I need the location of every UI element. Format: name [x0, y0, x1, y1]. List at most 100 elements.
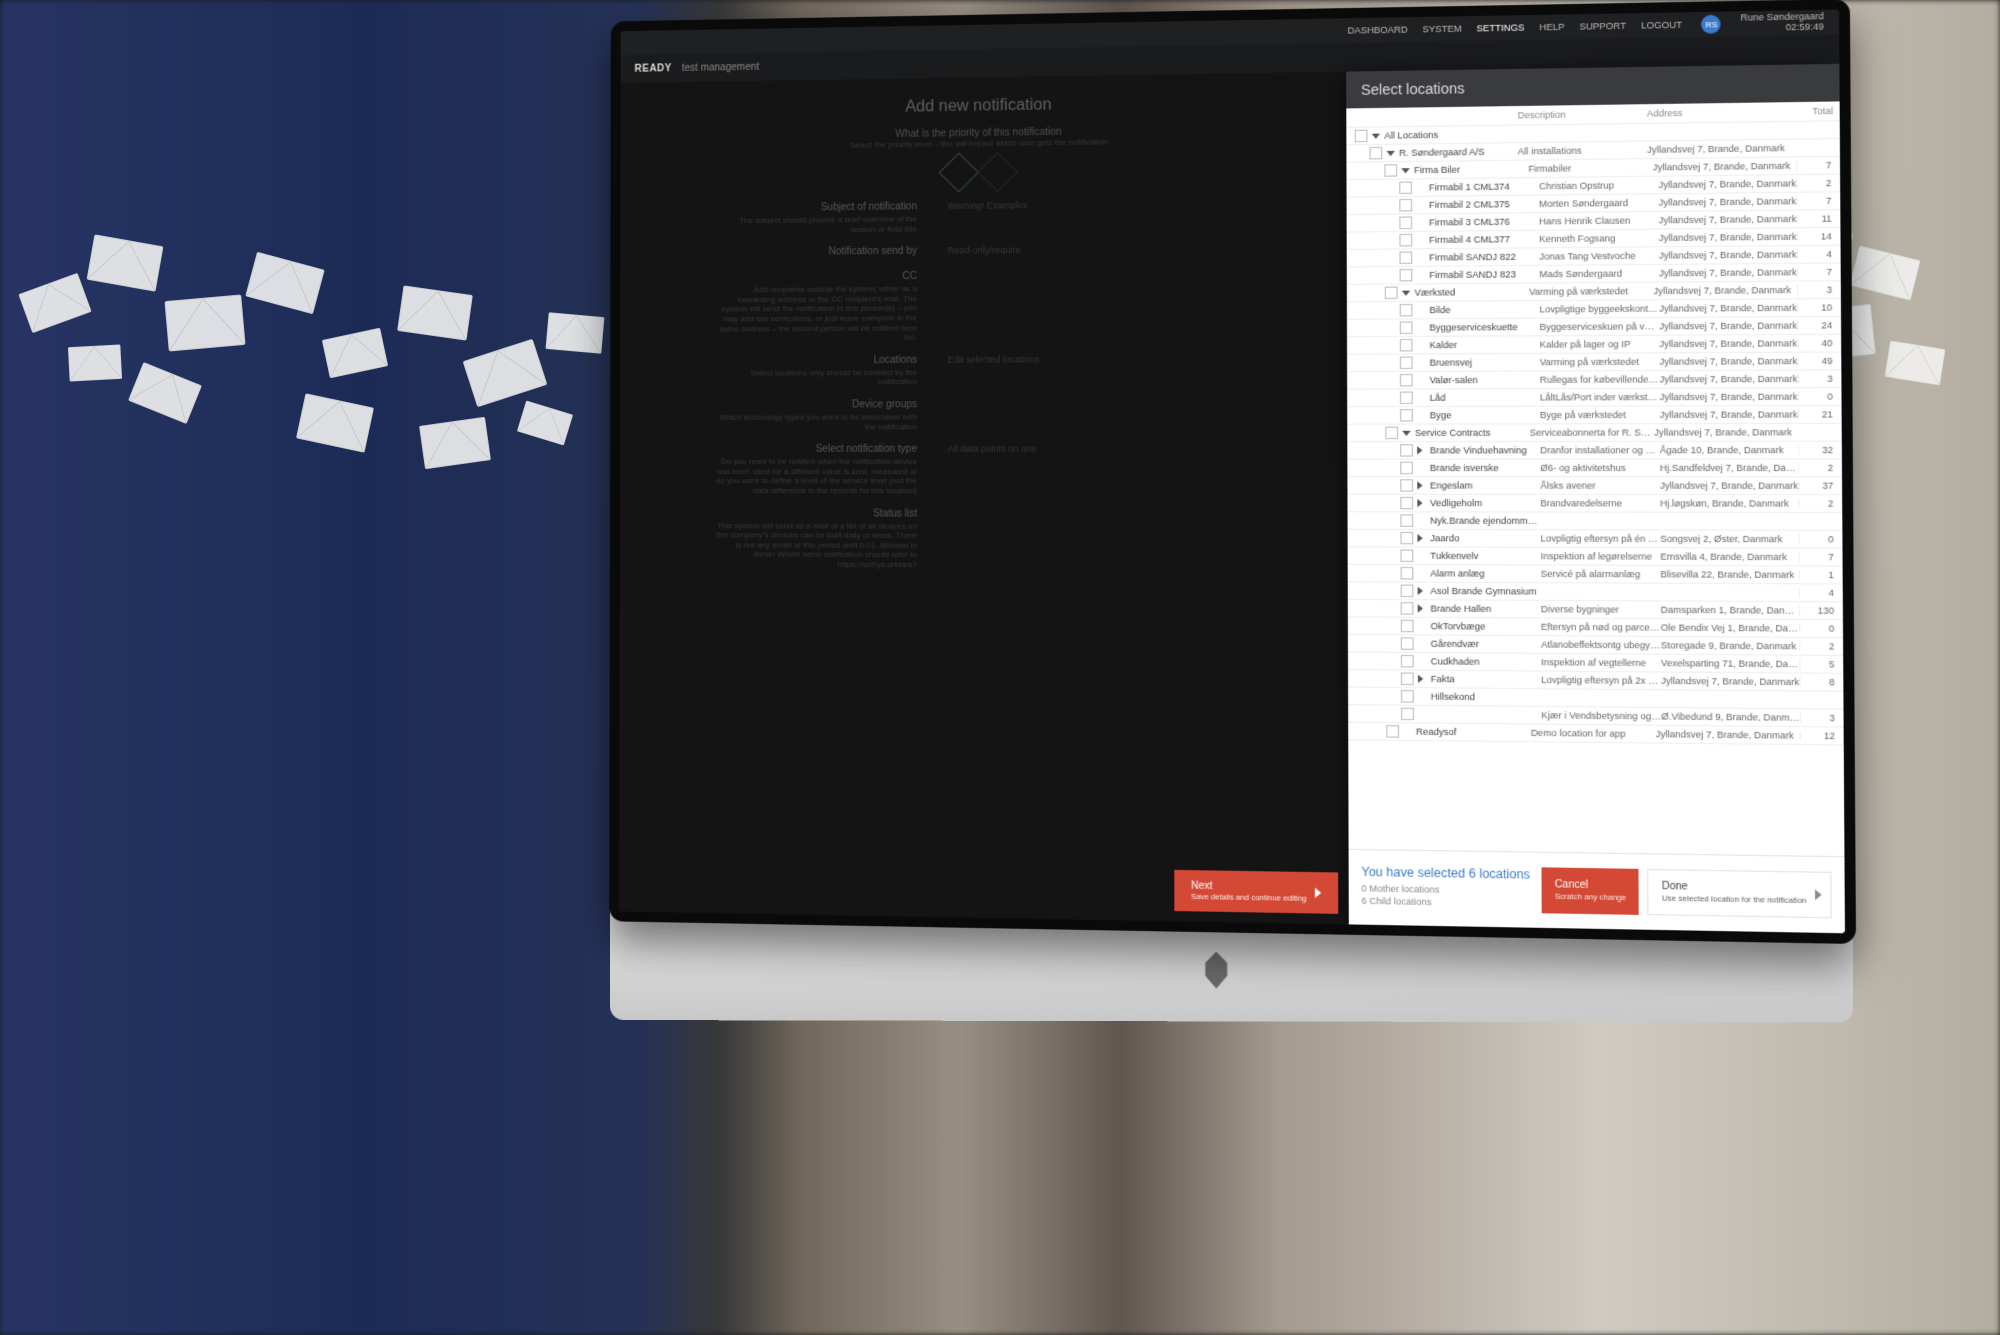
- row-checkbox[interactable]: [1401, 708, 1414, 721]
- row-checkbox[interactable]: [1401, 602, 1414, 614]
- row-checkbox[interactable]: [1400, 321, 1413, 333]
- row-description: Varming på værkstedet: [1529, 286, 1654, 297]
- row-address: Jyllandsvej 7, Brande, Danmark: [1659, 249, 1797, 261]
- row-checkbox[interactable]: [1401, 620, 1414, 632]
- row-checkbox[interactable]: [1400, 514, 1413, 526]
- tree-row[interactable]: Valør-salenRullegas for købevillende og …: [1347, 370, 1841, 389]
- row-checkbox[interactable]: [1401, 655, 1414, 668]
- row-name: Readysof: [1416, 726, 1531, 738]
- row-checkbox[interactable]: [1386, 725, 1399, 738]
- row-checkbox[interactable]: [1400, 339, 1413, 351]
- tree-twisty-icon[interactable]: [1417, 446, 1426, 454]
- tree-row[interactable]: TukkenvelvInspektion af legørelserneEmsv…: [1348, 547, 1843, 566]
- row-checkbox[interactable]: [1370, 147, 1383, 159]
- row-checkbox[interactable]: [1401, 567, 1414, 579]
- tree-row[interactable]: BygeByge på værkstedetJyllandsvej 7, Bra…: [1347, 406, 1841, 425]
- nav-settings[interactable]: SETTINGS: [1477, 22, 1525, 33]
- tree-twisty-icon[interactable]: [1418, 604, 1427, 612]
- tree-row[interactable]: Service ContractsServiceabonnerta for R.…: [1347, 424, 1842, 442]
- tree-row[interactable]: Brande isverskeØ6- og aktivitetshusHj.Sa…: [1347, 460, 1842, 478]
- location-tree[interactable]: All LocationsR. Søndergaard A/SAll insta…: [1346, 121, 1844, 856]
- row-checkbox[interactable]: [1384, 164, 1397, 176]
- row-checkbox[interactable]: [1399, 199, 1412, 211]
- tree-row[interactable]: ReadysofDemo location for appJyllandsvej…: [1348, 723, 1844, 746]
- tree-row[interactable]: LådLåltLås/Port inder værkstedsrudJyllan…: [1347, 388, 1841, 407]
- nav-help[interactable]: HELP: [1539, 22, 1564, 33]
- tree-row[interactable]: Brande VinduehavningDranfor installation…: [1347, 442, 1842, 460]
- next-button[interactable]: Next Save details and continue editing: [1174, 870, 1338, 914]
- row-description: Byge på værkstedet: [1540, 410, 1660, 421]
- form-value[interactable]: Warning! Examples: [948, 198, 1247, 234]
- tree-twisty-icon[interactable]: [1418, 587, 1427, 595]
- row-checkbox[interactable]: [1401, 673, 1414, 686]
- row-checkbox[interactable]: [1400, 374, 1413, 386]
- tree-twisty-icon[interactable]: [1372, 133, 1380, 138]
- row-description: All installations: [1518, 145, 1647, 157]
- row-checkbox[interactable]: [1399, 234, 1412, 246]
- tree-row[interactable]: VedligeholmBrandvaredelserneHj.løgskøn, …: [1347, 495, 1842, 513]
- row-checkbox[interactable]: [1400, 357, 1413, 369]
- row-checkbox[interactable]: [1399, 182, 1412, 194]
- row-description: Morten Søndergaard: [1539, 197, 1659, 209]
- tree-twisty-icon[interactable]: [1417, 481, 1426, 489]
- row-checkbox[interactable]: [1401, 549, 1414, 561]
- col-total: Total: [1796, 106, 1833, 117]
- form-value[interactable]: [948, 508, 1248, 571]
- row-checkbox[interactable]: [1401, 690, 1414, 703]
- row-address: Ågade 10, Brande, Danmark: [1660, 445, 1798, 456]
- row-checkbox[interactable]: [1401, 585, 1414, 597]
- row-name: Byggeserviceskuette: [1429, 322, 1539, 333]
- row-name: Brande isverske: [1430, 463, 1540, 473]
- row-total: 37: [1798, 480, 1835, 491]
- row-checkbox[interactable]: [1399, 251, 1412, 263]
- row-checkbox[interactable]: [1400, 462, 1413, 474]
- row-checkbox[interactable]: [1401, 637, 1414, 649]
- row-checkbox[interactable]: [1385, 287, 1398, 299]
- form-value[interactable]: [948, 268, 1248, 342]
- priority-option-1[interactable]: [939, 152, 979, 192]
- form-value[interactable]: All data points on one: [948, 443, 1248, 496]
- tree-twisty-icon[interactable]: [1417, 534, 1426, 542]
- col-description: Description: [1518, 108, 1647, 120]
- row-checkbox[interactable]: [1355, 130, 1368, 142]
- form-label-text: Device groups: [852, 399, 917, 410]
- row-name: Engeslam: [1430, 480, 1540, 490]
- row-address: Jyllandsvej 7, Brande, Danmark: [1653, 160, 1797, 172]
- tree-row[interactable]: JaardoLovpligtig eftersyn på én vareligS…: [1348, 530, 1843, 549]
- row-checkbox[interactable]: [1400, 392, 1413, 404]
- nav-logout[interactable]: LOGOUT: [1641, 20, 1682, 31]
- row-checkbox[interactable]: [1400, 304, 1413, 316]
- tree-twisty-icon[interactable]: [1418, 675, 1427, 683]
- row-checkbox[interactable]: [1400, 444, 1413, 456]
- row-checkbox[interactable]: [1400, 269, 1413, 281]
- row-checkbox[interactable]: [1400, 532, 1413, 544]
- tree-row[interactable]: EngeslamÅlsks avenerJyllandsvej 7, Brand…: [1347, 477, 1842, 495]
- tree-row[interactable]: BruensvejVarming på værkstedetJyllandsve…: [1347, 353, 1841, 373]
- row-checkbox[interactable]: [1399, 216, 1412, 228]
- tree-twisty-icon[interactable]: [1386, 150, 1394, 155]
- tree-row[interactable]: Nyk.Brande ejendomme A/S: [1348, 512, 1843, 531]
- form-value[interactable]: [948, 398, 1248, 431]
- tree-twisty-icon[interactable]: [1417, 499, 1426, 507]
- row-checkbox[interactable]: [1400, 479, 1413, 491]
- row-name: Værksted: [1414, 287, 1529, 298]
- priority-option-2[interactable]: [977, 152, 1018, 192]
- row-checkbox[interactable]: [1400, 497, 1413, 509]
- nav-system[interactable]: SYSTEM: [1423, 23, 1462, 34]
- nav-dashboard[interactable]: DASHBOARD: [1348, 24, 1408, 35]
- nav-support[interactable]: SUPPORT: [1580, 21, 1627, 32]
- form-value[interactable]: Read-only/require: [948, 243, 1247, 259]
- done-button[interactable]: Done Use selected location for the notif…: [1648, 869, 1832, 918]
- form-value[interactable]: Edit selected locations: [948, 353, 1248, 387]
- row-checkbox[interactable]: [1400, 409, 1413, 421]
- row-total: 2: [1799, 641, 1836, 652]
- tree-row[interactable]: KalderKalder på lager og IPJyllandsvej 7…: [1347, 335, 1841, 355]
- tree-row[interactable]: Alarm anlægServicé på alarmanlægBlisevil…: [1348, 565, 1843, 585]
- user-avatar-badge[interactable]: RS: [1702, 15, 1722, 34]
- tree-twisty-icon[interactable]: [1401, 168, 1409, 173]
- row-checkbox[interactable]: [1385, 427, 1398, 439]
- cancel-button[interactable]: Cancel Scratch any change: [1542, 867, 1640, 915]
- tree-twisty-icon[interactable]: [1402, 430, 1410, 435]
- row-name: Alarm anlæg: [1430, 568, 1540, 579]
- tree-twisty-icon[interactable]: [1402, 290, 1410, 295]
